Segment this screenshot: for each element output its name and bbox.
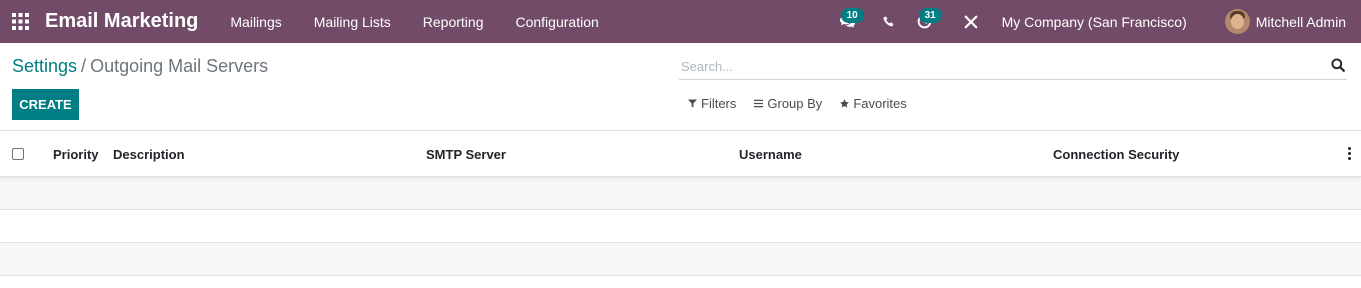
activity-menu[interactable]: 31 bbox=[908, 0, 942, 43]
menu-mailing-lists[interactable]: Mailing Lists bbox=[298, 0, 407, 43]
systray: 10 31 My Company (San Francisco) Mitchel… bbox=[828, 0, 1361, 43]
search-input[interactable] bbox=[681, 55, 1311, 77]
favorites-toggle[interactable]: Favorites bbox=[840, 96, 907, 111]
table-row bbox=[0, 243, 1361, 276]
optional-columns-icon[interactable] bbox=[1345, 145, 1353, 161]
search-options: Filters Group By Favorites bbox=[688, 96, 925, 111]
table-row bbox=[0, 177, 1361, 210]
avatar bbox=[1224, 9, 1250, 34]
column-username[interactable]: Username bbox=[739, 147, 802, 162]
table-row bbox=[0, 210, 1361, 243]
messages-badge: 10 bbox=[840, 8, 864, 23]
search-icon[interactable] bbox=[1331, 58, 1345, 72]
favorites-label: Favorites bbox=[853, 96, 907, 111]
page-title: Outgoing Mail Servers bbox=[90, 56, 269, 76]
group-by-label: Group By bbox=[767, 96, 823, 111]
search-bar bbox=[679, 52, 1347, 80]
select-all-checkbox[interactable] bbox=[12, 148, 24, 160]
app-title[interactable]: Email Marketing bbox=[45, 10, 198, 33]
main-navbar: Email Marketing Mailings Mailing Lists R… bbox=[0, 0, 1361, 43]
breadcrumb-settings[interactable]: Settings bbox=[12, 56, 77, 76]
filters-label: Filters bbox=[701, 96, 737, 111]
filter-icon bbox=[688, 99, 697, 108]
column-priority[interactable]: Priority bbox=[53, 147, 99, 162]
table-header: Priority Description SMTP Server Usernam… bbox=[0, 130, 1361, 177]
app-menu-button[interactable] bbox=[0, 0, 40, 43]
list-view: Priority Description SMTP Server Usernam… bbox=[0, 130, 1361, 276]
messaging-menu[interactable]: 10 bbox=[828, 0, 868, 43]
bars-icon bbox=[754, 99, 764, 108]
user-menu[interactable]: Mitchell Admin bbox=[1224, 9, 1346, 34]
group-by-toggle[interactable]: Group By bbox=[754, 96, 822, 111]
star-icon bbox=[840, 99, 850, 108]
breadcrumb-separator: / bbox=[81, 56, 87, 76]
voip-button[interactable] bbox=[872, 0, 906, 43]
phone-icon bbox=[882, 15, 893, 26]
grid-icon bbox=[11, 13, 29, 30]
tools-icon bbox=[964, 15, 977, 28]
breadcrumb: Settings / Outgoing Mail Servers bbox=[12, 56, 268, 77]
menu-configuration[interactable]: Configuration bbox=[499, 0, 614, 43]
debug-tools-button[interactable] bbox=[954, 0, 988, 43]
filters-toggle[interactable]: Filters bbox=[688, 96, 736, 111]
column-description[interactable]: Description bbox=[113, 147, 185, 162]
company-switcher[interactable]: My Company (San Francisco) bbox=[1002, 14, 1187, 30]
menu-mailings[interactable]: Mailings bbox=[214, 0, 297, 43]
column-smtp-server[interactable]: SMTP Server bbox=[426, 147, 506, 162]
activities-badge: 31 bbox=[918, 8, 942, 23]
menu-reporting[interactable]: Reporting bbox=[407, 0, 500, 43]
user-name: Mitchell Admin bbox=[1255, 13, 1346, 30]
column-connection-security[interactable]: Connection Security bbox=[1053, 147, 1179, 162]
create-button[interactable]: CREATE bbox=[12, 89, 79, 120]
